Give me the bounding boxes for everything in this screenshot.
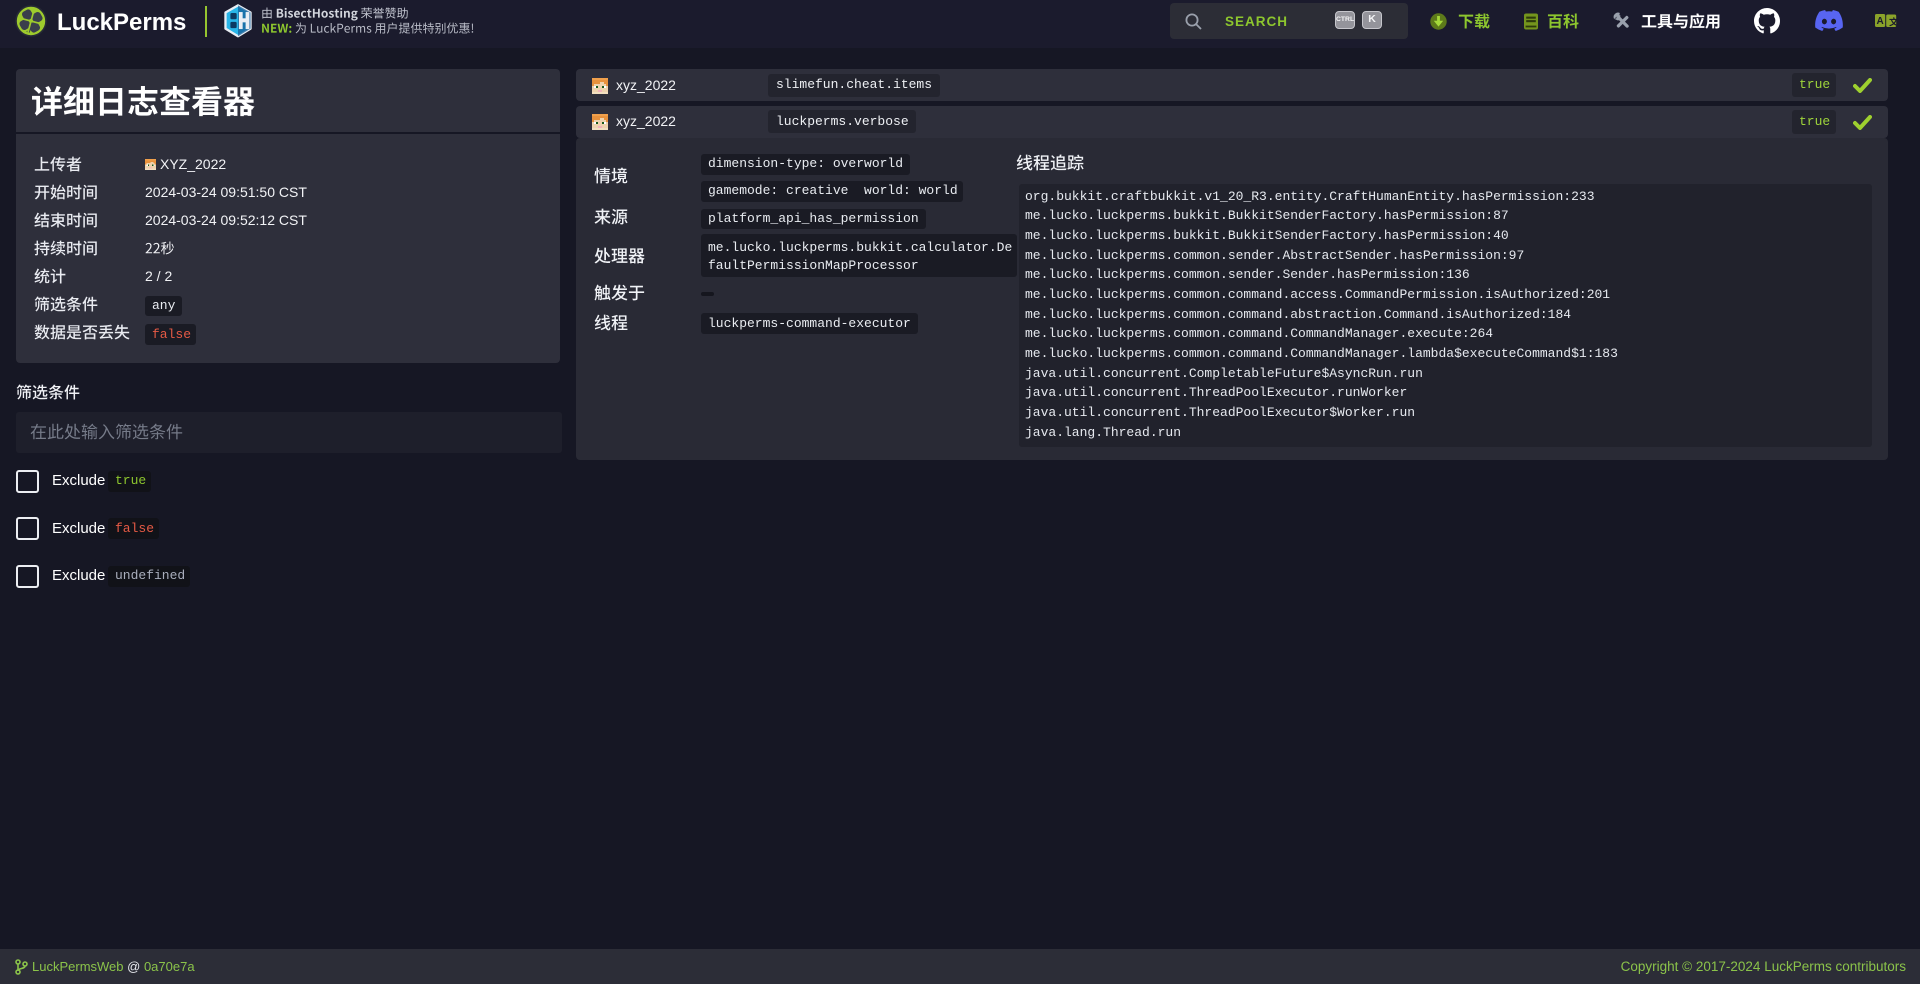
svg-text:A: A bbox=[1876, 16, 1883, 27]
